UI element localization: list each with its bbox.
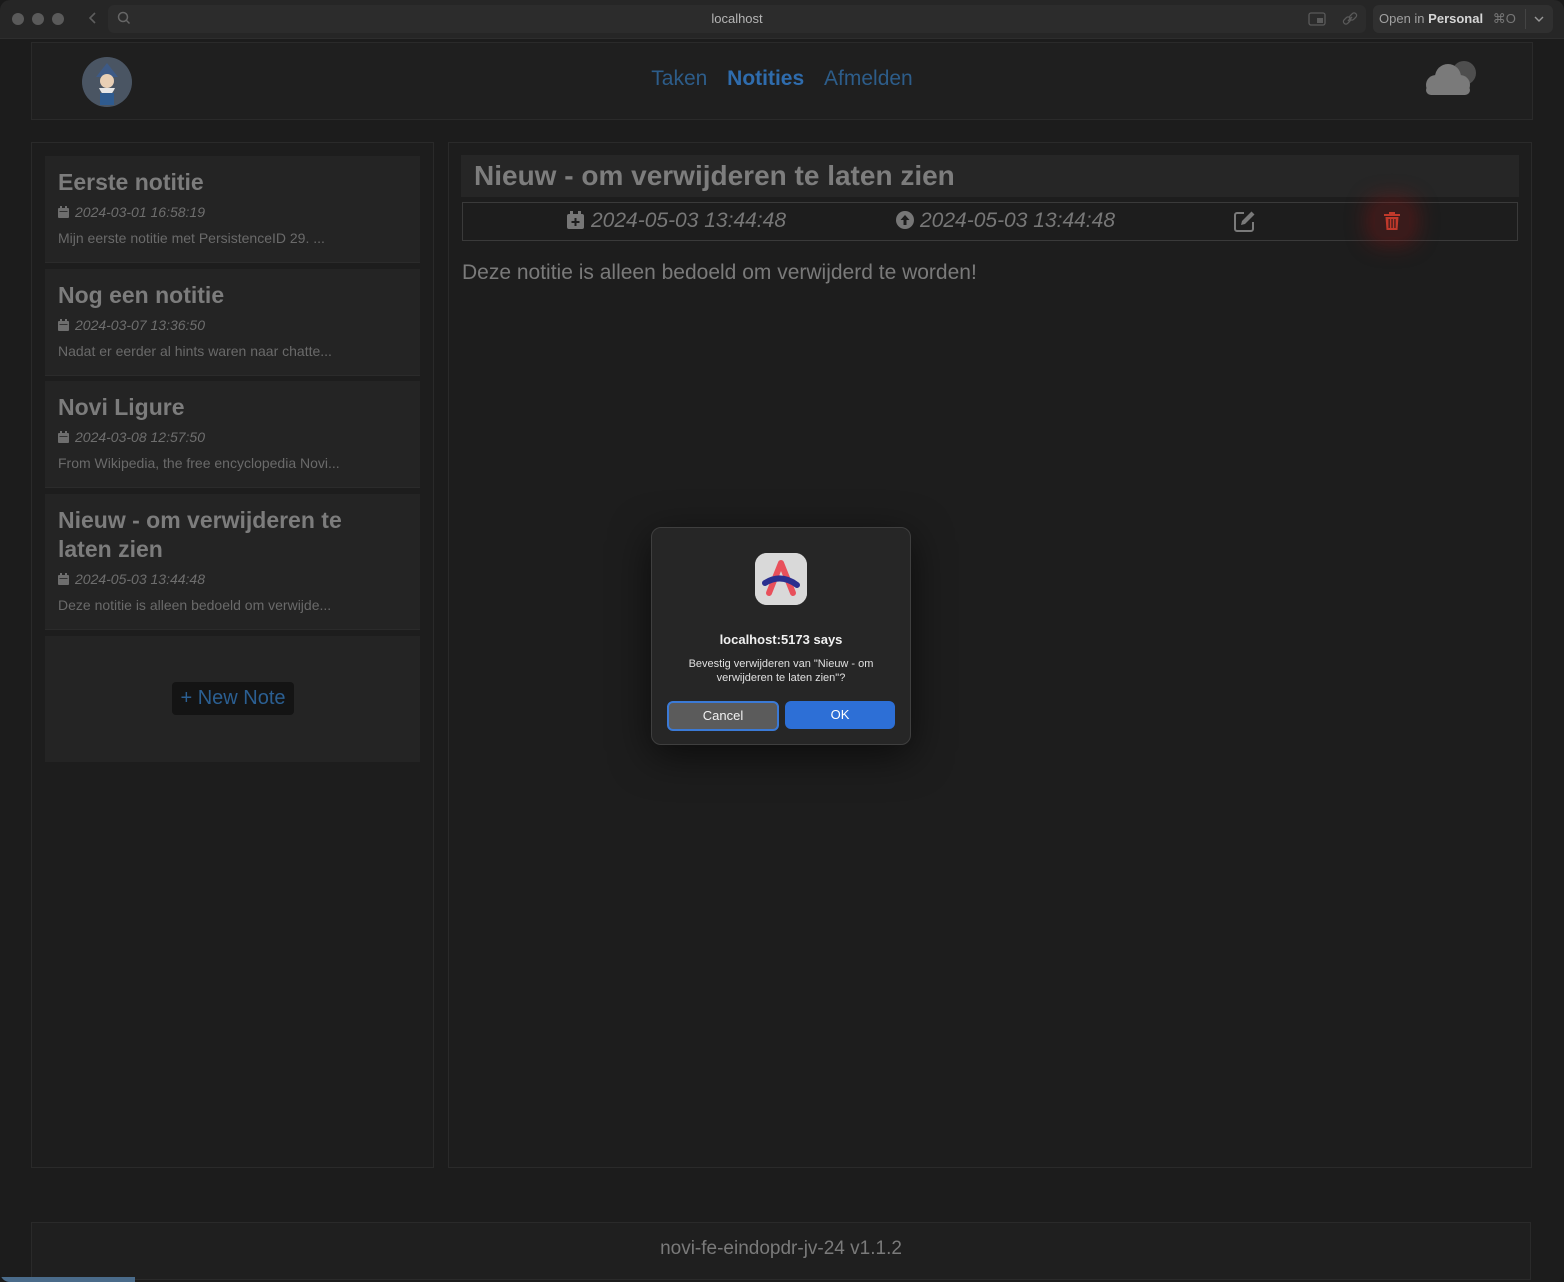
open-in-profile: Personal [1428,11,1484,26]
calendar-icon [58,206,69,218]
new-note-label: New Note [197,687,286,709]
version-text: novi-fe-eindopdr-jv-24 v1.1.2 [660,1238,902,1259]
cloud-icon [1418,59,1484,101]
plus-icon: + [180,687,193,709]
arrow-circle-up-icon [896,211,914,229]
note-list-item[interactable]: Novi Ligure 2024-03-08 12:57:50 From Wik… [45,381,420,488]
app-footer: novi-fe-eindopdr-jv-24 v1.1.2 [31,1222,1531,1280]
delete-note-button[interactable] [1375,205,1409,237]
new-note-card: + New Note [45,636,420,762]
nav-notities[interactable]: Notities [727,67,804,90]
arc-browser-icon [755,553,807,605]
link-icon[interactable] [1341,11,1359,27]
note-snippet: From Wikipedia, the free encyclopedia No… [58,455,340,471]
note-detail: Nieuw - om verwijderen te laten zien 202… [448,142,1532,1168]
updated-date: 2024-05-03 13:44:48 [896,209,1115,233]
updated-date-text: 2024-05-03 13:44:48 [920,209,1115,232]
note-date-text: 2024-03-08 12:57:50 [75,429,205,445]
note-date: 2024-03-08 12:57:50 [58,429,205,445]
created-date: 2024-05-03 13:44:48 [567,209,786,233]
note-detail-title: Nieuw - om verwijderen te laten zien [474,160,955,191]
maximize-window-button[interactable] [52,13,64,25]
chevron-left-icon[interactable] [84,9,102,27]
minimize-window-button[interactable] [32,13,44,25]
divider [1525,9,1526,29]
note-list-item[interactable]: Nog een notitie 2024-03-07 13:36:50 Nada… [45,269,420,376]
calendar-icon [58,431,69,443]
note-title: Nog een notitie [58,282,225,308]
note-snippet: Deze notitie is alleen bedoeld om verwij… [58,597,332,613]
url-text: localhost [711,11,763,26]
note-snippet: Mijn eerste notitie met PersistenceID 29… [58,230,325,246]
browser-window: localhost Open in Personal ⌘O Taken Noti… [0,0,1564,1282]
note-list-item[interactable]: Eerste notitie 2024-03-01 16:58:19 Mijn … [45,156,420,263]
dialog-title: localhost:5173 says [719,632,843,647]
close-window-button[interactable] [12,13,24,25]
note-date: 2024-03-01 16:58:19 [58,204,205,220]
main-nav: Taken Notities Afmelden [32,67,1532,91]
note-title: Novi Ligure [58,394,185,420]
created-date-text: 2024-05-03 13:44:48 [591,209,786,232]
edit-note-button[interactable] [1233,209,1257,233]
note-date: 2024-05-03 13:44:48 [58,571,205,587]
nav-taken[interactable]: Taken [651,67,707,90]
confirm-dialog: localhost:5173 says Bevestig verwijderen… [651,527,911,745]
note-snippet: Nadat er eerder al hints waren naar chat… [58,343,332,359]
nav-afmelden[interactable]: Afmelden [824,67,913,90]
ok-button[interactable]: OK [785,701,895,729]
note-title-bar: Nieuw - om verwijderen te laten zien [461,155,1519,197]
open-in-profile-button[interactable]: Open in Personal ⌘O [1373,5,1553,33]
note-date-text: 2024-03-07 13:36:50 [75,317,205,333]
progress-strip [0,1277,135,1282]
note-date-text: 2024-05-03 13:44:48 [75,571,205,587]
cancel-button[interactable]: Cancel [667,701,779,731]
dialog-message: Bevestig verwijderen van "Nieuw - om ver… [688,658,874,684]
new-note-button[interactable]: + New Note [172,682,294,715]
calendar-icon [58,319,69,331]
notes-sidebar: Eerste notitie 2024-03-01 16:58:19 Mijn … [31,142,434,1168]
note-date-text: 2024-03-01 16:58:19 [75,204,205,220]
open-in-prefix: Open in [1379,11,1425,26]
note-title: Eerste notitie [58,169,204,195]
note-list-item[interactable]: Nieuw - om verwijderen te laten zien 202… [45,494,420,630]
address-bar[interactable]: localhost [108,5,1366,33]
calendar-icon [58,573,69,585]
note-title: Nieuw - om verwijderen te laten zien [58,507,342,562]
note-meta-bar: 2024-05-03 13:44:48 2024-05-03 13:44:48 [462,202,1518,241]
chevron-down-icon[interactable] [1533,9,1545,32]
app-header: Taken Notities Afmelden [31,42,1533,120]
note-body: Deze notitie is alleen bedoeld om verwij… [462,261,977,284]
edit-icon [1234,211,1255,232]
note-date: 2024-03-07 13:36:50 [58,317,205,333]
browser-toolbar: localhost Open in Personal ⌘O [0,0,1564,39]
trash-icon [1384,212,1400,230]
calendar-plus-icon [567,211,584,229]
open-in-shortcut: ⌘O [1492,11,1516,26]
picture-in-picture-icon[interactable] [1308,11,1326,27]
